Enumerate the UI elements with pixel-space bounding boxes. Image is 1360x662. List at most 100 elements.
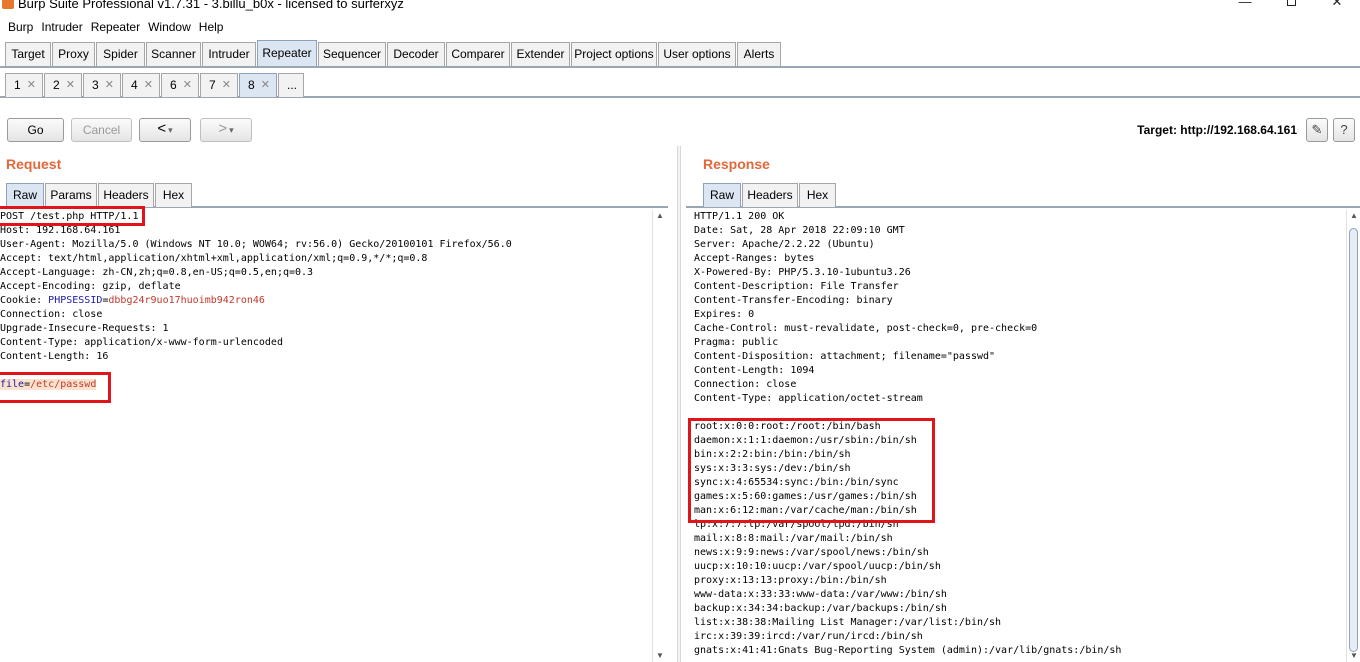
response-header-line: Expires: 0 [694, 309, 755, 320]
request-view-tabs: Raw Params Headers Hex [0, 182, 668, 208]
tab-extender[interactable]: Extender [511, 42, 570, 66]
repeater-tab-4[interactable]: 4 ✕ [122, 73, 160, 97]
close-tab-icon[interactable]: ✕ [105, 74, 114, 96]
window-title: Burp Suite Professional v1.7.31 - 3.bill… [18, 0, 404, 11]
tab-scanner[interactable]: Scanner [146, 42, 201, 66]
response-scrollbar[interactable]: ▲ ▼ [1346, 210, 1360, 662]
tab-alerts[interactable]: Alerts [737, 42, 781, 66]
repeater-tab-label: 3 [92, 78, 99, 92]
request-tab-hex[interactable]: Hex [155, 183, 192, 207]
repeater-tab-2[interactable]: 2 ✕ [44, 73, 82, 97]
repeater-tab-bar: 1 ✕ 2 ✕ 3 ✕ 4 ✕ 6 ✕ 7 ✕ 8 ✕ ... [0, 70, 1360, 98]
close-tab-icon[interactable]: ✕ [183, 74, 192, 96]
repeater-tab-3[interactable]: 3 ✕ [83, 73, 121, 97]
scroll-up-icon[interactable]: ▲ [1347, 210, 1360, 222]
tab-user-options[interactable]: User options [658, 42, 736, 66]
close-tab-icon[interactable]: ✕ [261, 74, 270, 96]
passwd-line: gnats:x:41:41:Gnats Bug-Reporting System… [694, 645, 1122, 656]
repeater-tab-7[interactable]: 7 ✕ [200, 73, 238, 97]
response-header-line: Date: Sat, 28 Apr 2018 22:09:10 GMT [694, 225, 905, 236]
new-repeater-tab[interactable]: ... [278, 73, 304, 97]
response-tab-raw[interactable]: Raw [703, 183, 741, 207]
scroll-down-icon[interactable]: ▼ [1347, 650, 1360, 662]
close-tab-icon[interactable]: ✕ [66, 74, 75, 96]
passwd-line: proxy:x:13:13:proxy:/bin:/bin/sh [694, 575, 887, 586]
repeater-tab-label: 7 [209, 78, 216, 92]
response-tab-headers[interactable]: Headers [742, 183, 798, 207]
tab-spider[interactable]: Spider [96, 42, 145, 66]
tab-target[interactable]: Target [5, 42, 51, 66]
tab-decoder[interactable]: Decoder [387, 42, 445, 66]
scroll-down-icon[interactable]: ▼ [653, 650, 667, 662]
maximize-button[interactable] [1268, 0, 1314, 12]
maximize-icon [1286, 0, 1296, 6]
forward-button[interactable]: > ▾ [200, 118, 252, 142]
close-tab-icon[interactable]: ✕ [144, 74, 153, 96]
back-dropdown-icon[interactable]: ▾ [168, 125, 173, 135]
scroll-up-icon[interactable]: ▲ [653, 210, 667, 222]
tab-intruder[interactable]: Intruder [202, 42, 256, 66]
repeater-tab-6[interactable]: 6 ✕ [161, 73, 199, 97]
cookie-name: PHPSESSID [48, 295, 103, 306]
cancel-button[interactable]: Cancel [71, 118, 132, 142]
pencil-icon[interactable]: ✎ [1306, 118, 1328, 142]
request-line: Accept-Language: zh-CN,zh;q=0.8,en-US;q=… [0, 267, 314, 278]
close-tab-icon[interactable]: ✕ [222, 74, 231, 96]
minimize-button[interactable]: — [1222, 0, 1268, 12]
help-icon[interactable]: ? [1333, 118, 1355, 142]
response-header-line: Content-Transfer-Encoding: binary [694, 295, 893, 306]
menu-window[interactable]: Window [144, 17, 195, 37]
response-tab-hex[interactable]: Hex [799, 183, 836, 207]
repeater-tab-label: 8 [248, 78, 255, 92]
response-header-line: Connection: close [694, 379, 797, 390]
request-line: Accept-Encoding: gzip, deflate [0, 281, 181, 292]
response-header-line: X-Powered-By: PHP/5.3.10-1ubuntu3.26 [694, 267, 911, 278]
response-header-line: Cache-Control: must-revalidate, post-che… [694, 323, 1038, 334]
back-button[interactable]: < ▾ [139, 118, 191, 142]
request-tab-params[interactable]: Params [45, 183, 97, 207]
request-tab-raw[interactable]: Raw [6, 183, 44, 207]
tab-comparer[interactable]: Comparer [446, 42, 510, 66]
burp-logo-icon [2, 0, 14, 9]
request-pane: Request Raw Params Headers Hex POST /tes… [0, 146, 668, 662]
response-scroll-thumb[interactable] [1349, 228, 1358, 652]
menu-burp[interactable]: Burp [4, 17, 37, 37]
cookie-value: dbbg24r9uo17huoimb942ron46 [108, 295, 265, 306]
passwd-line: uucp:x:10:10:uucp:/var/spool/uucp:/bin/s… [694, 561, 941, 572]
request-line-highlight [0, 206, 145, 226]
repeater-tab-1[interactable]: 1 ✕ [5, 73, 43, 97]
passwd-line: backup:x:34:34:backup:/var/backups:/bin/… [694, 603, 947, 614]
response-header-line: Content-Length: 1094 [694, 365, 815, 376]
request-tab-headers[interactable]: Headers [98, 183, 154, 207]
passwd-line: news:x:9:9:news:/var/spool/news:/bin/sh [694, 547, 929, 558]
close-button[interactable]: ✕ [1314, 0, 1360, 12]
main-tab-bar: Target Proxy Spider Scanner Intruder Rep… [0, 38, 1360, 68]
title-bar: Burp Suite Professional v1.7.31 - 3.bill… [0, 0, 1360, 16]
response-pane: Response Raw Headers Hex HTTP/1.1 200 OK… [686, 146, 1360, 662]
repeater-tab-label: 6 [170, 78, 177, 92]
go-button[interactable]: Go [7, 118, 64, 142]
passwd-line: www-data:x:33:33:www-data:/var/www:/bin/… [694, 589, 947, 600]
response-header-line: Content-Disposition: attachment; filenam… [694, 351, 996, 362]
forward-dropdown-icon[interactable]: ▾ [229, 125, 234, 135]
close-tab-icon[interactable]: ✕ [27, 74, 36, 96]
response-header-line: Accept-Ranges: bytes [694, 253, 815, 264]
passwd-line: mail:x:8:8:mail:/var/mail:/bin/sh [694, 533, 893, 544]
passwd-line: list:x:38:38:Mailing List Manager:/var/l… [694, 617, 1002, 628]
tab-repeater[interactable]: Repeater [257, 40, 317, 66]
tab-proxy[interactable]: Proxy [52, 42, 95, 66]
passwd-highlight [688, 418, 935, 523]
tab-project-options[interactable]: Project options [571, 42, 657, 66]
split-pane-divider[interactable] [677, 146, 681, 662]
tab-sequencer[interactable]: Sequencer [318, 42, 386, 66]
response-header-line: HTTP/1.1 200 OK [694, 211, 785, 222]
request-scrollbar[interactable]: ▲ ▼ [652, 210, 666, 662]
menu-intruder[interactable]: Intruder [37, 17, 86, 37]
repeater-tab-8[interactable]: 8 ✕ [239, 73, 277, 97]
menu-bar: Burp Intruder Repeater Window Help [0, 17, 1360, 37]
menu-help[interactable]: Help [195, 17, 228, 37]
request-editor[interactable]: POST /test.php HTTP/1.1 Host: 192.168.64… [0, 210, 652, 662]
body-param-highlight [0, 372, 111, 403]
request-line: User-Agent: Mozilla/5.0 (Windows NT 10.0… [0, 239, 512, 250]
menu-repeater[interactable]: Repeater [87, 17, 144, 37]
